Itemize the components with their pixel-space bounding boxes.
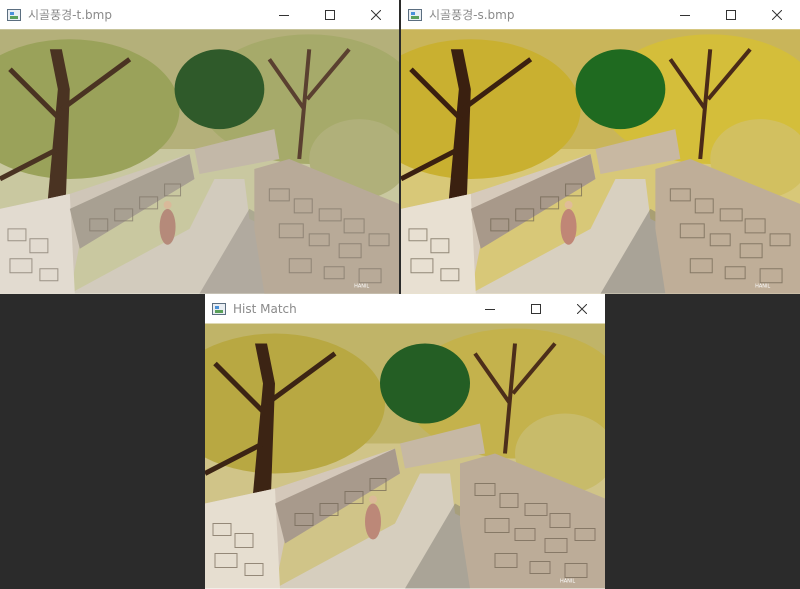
app-icon (7, 8, 21, 21)
close-button[interactable] (353, 0, 399, 29)
app-icon (408, 8, 422, 21)
maximize-icon (531, 303, 541, 314)
landscape-photo: HANIL (401, 29, 800, 294)
minimize-button[interactable] (261, 0, 307, 29)
app-icon (212, 302, 226, 315)
window-title: Hist Match (233, 301, 297, 316)
close-icon (772, 9, 782, 20)
maximize-button[interactable] (307, 0, 353, 29)
maximize-icon (726, 9, 736, 20)
titlebar[interactable]: Hist Match (205, 294, 605, 323)
minimize-button[interactable] (467, 294, 513, 323)
close-button[interactable] (559, 294, 605, 323)
minimize-icon (279, 14, 289, 16)
window-target[interactable]: 시골풍경-t.bmp HANIL (0, 0, 399, 294)
window-title: 시골풍경-t.bmp (28, 8, 112, 22)
minimize-icon (680, 14, 690, 16)
minimize-icon (485, 308, 495, 310)
titlebar[interactable]: 시골풍경-s.bmp (401, 0, 800, 29)
landscape-photo: HANIL (0, 29, 399, 294)
close-icon (371, 9, 381, 20)
titlebar[interactable]: 시골풍경-t.bmp (0, 0, 399, 29)
landscape-photo: HANIL (205, 323, 605, 589)
image-view: HANIL (0, 29, 399, 294)
image-view: HANIL (205, 323, 605, 589)
photo-signature: HANIL (354, 284, 369, 290)
image-view: HANIL (401, 29, 800, 294)
window-title: 시골풍경-s.bmp (429, 8, 515, 22)
photo-signature: HANIL (755, 284, 770, 290)
close-button[interactable] (754, 0, 800, 29)
photo-signature: HANIL (560, 579, 575, 585)
maximize-button[interactable] (513, 294, 559, 323)
window-source[interactable]: 시골풍경-s.bmp HANIL (401, 0, 800, 294)
minimize-button[interactable] (662, 0, 708, 29)
maximize-icon (325, 9, 335, 20)
window-hist-match[interactable]: Hist Match HANIL (205, 294, 605, 589)
close-icon (577, 303, 587, 314)
maximize-button[interactable] (708, 0, 754, 29)
